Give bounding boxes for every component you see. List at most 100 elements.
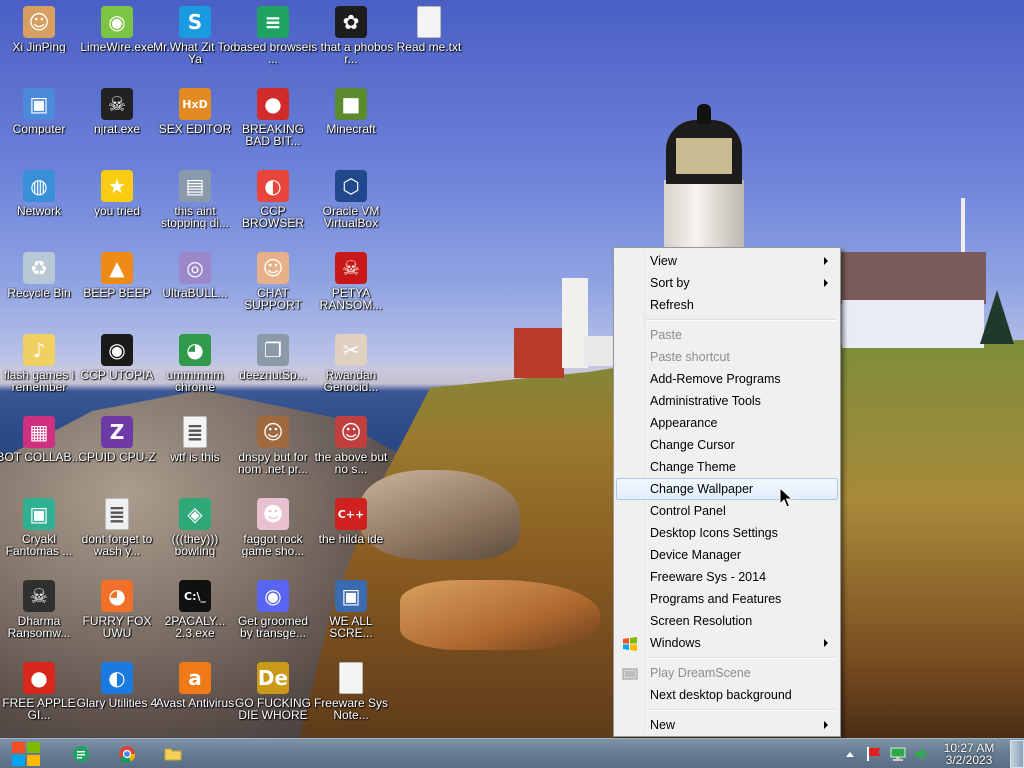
desktop-icon[interactable]: Freeware Sys Note... [312,656,390,736]
ccp-utopia-icon: ◉ [101,334,133,366]
desktop-icon[interactable]: ☺ Xi JinPing [0,0,78,80]
taskbar-app-button[interactable] [68,742,94,766]
desktop-icon[interactable]: ◎ UltraBULL... [156,246,234,326]
desktop-icon-grid: ☺ Xi JinPing ◉ LimeWire.exe S Mr.What Zit Too… [0,0,470,738]
desktop-icon-label: this aint stopping di... [160,205,230,229]
volume-icon[interactable] [913,745,931,763]
desktop-icon[interactable]: ☺ CHAT SUPPORT [234,246,312,326]
desktop-icon[interactable]: ✿ is that a phobos r... [309,0,393,80]
desktop-icon[interactable]: a Avast Antivirus [156,656,234,736]
desktop[interactable]: ☺ Xi JinPing ◉ LimeWire.exe S Mr.What Zit Too… [0,0,1024,738]
desktop-icon-label: SEX EDITOR [158,123,232,135]
desktop-icon[interactable]: ◍ Network [0,164,78,244]
menu-item-freeware-sys-2014[interactable]: Freeware Sys - 2014 [616,566,838,588]
menu-item-device-manager[interactable]: Device Manager [616,544,838,566]
menu-item-change-cursor[interactable]: Change Cursor [616,434,838,456]
desktop-icon[interactable]: ☠ Dharma Ransomw... [0,574,78,654]
desktop-icon-label: Glary Utilities 4 [76,697,158,709]
taskbar-clock[interactable]: 10:27 AM 3/2/2023 [934,742,1004,766]
desktop-icon[interactable]: C:\_ 2PACALY... 2.3.exe [156,574,234,654]
taskbar-app-button[interactable] [114,742,140,766]
desktop-icon[interactable]: ❐ deeznutSp... [234,328,312,408]
menu-item-sort-by[interactable]: Sort by [616,272,838,294]
desktop-icon[interactable]: ▦ BOT COLLAB... [0,410,82,490]
desktop-icon[interactable]: ◉ LimeWire.exe [78,0,156,80]
desktop-icon[interactable]: HxD SEX EDITOR [156,82,234,162]
menu-item-label: New [650,718,676,732]
menu-item-new[interactable]: New [616,714,838,736]
support-agent-icon: ☺ [257,252,289,284]
desktop-icon-label: (((they))) bowling [171,533,219,557]
windows-flag-icon [622,636,638,652]
menu-item-screen-resolution[interactable]: Screen Resolution [616,610,838,632]
desktop-icon[interactable]: ◉ Get groomed by transge... [234,574,312,654]
desktop-icon[interactable]: ☺ the above but no s... [312,410,390,490]
menu-item-view[interactable]: View [616,250,838,272]
start-button[interactable] [4,739,48,768]
desktop-icon[interactable]: C++ the hilda ide [312,492,390,572]
menu-item-windows[interactable]: Windows [616,632,838,654]
desktop-icon[interactable]: ≣ dont forget to wash y... [78,492,156,572]
desktop-icon[interactable]: ✂ Rwandan Genocid... [312,328,390,408]
clock-date: 3/2/2023 [945,753,993,767]
menu-item-label: Appearance [650,416,718,430]
menu-item-control-panel[interactable]: Control Panel [616,500,838,522]
desktop-icon-label: njrat.exe [93,123,141,135]
menu-item-change-theme[interactable]: Change Theme [616,456,838,478]
desktop-icon[interactable]: ◐ Glary Utilities 4 [77,656,157,736]
desktop-icon[interactable]: Z CPUID CPU-Z [78,410,156,490]
menu-item-add-remove-programs[interactable]: Add-Remove Programs [616,368,838,390]
desktop-icon[interactable]: S Mr.What Zit Too Ya [153,0,237,80]
desktop-icon[interactable]: ♻ Recycle Bin [0,246,78,326]
taskbar: 10:27 AM 3/2/2023 [0,738,1024,768]
menu-item-refresh[interactable]: Refresh [616,294,838,316]
skype-icon: S [179,6,211,38]
desktop-icon[interactable]: De GO FUCKING DIE WHORE [234,656,312,736]
desktop-icon[interactable]: ◉ CCP UTOPIA [78,328,156,408]
menu-item-next-desktop-background[interactable]: Next desktop background [616,684,838,706]
desktop-icon[interactable]: ▣ Cryakl Fantomas ... [0,492,78,572]
desktop-icon[interactable]: ▣ Computer [0,82,78,162]
desktop-icon[interactable]: ★ you tried [78,164,156,244]
desktop-icon-label: LimeWire.exe [80,41,154,53]
desktop-icon-label: FURRY FOX UWU [82,615,152,639]
desktop-icon[interactable]: ◈ (((they))) bowling [156,492,234,572]
chromium-icon: ◐ [257,170,289,202]
context-menu-separator [616,316,838,324]
menu-item-play-dreamscene: Play DreamScene [616,662,838,684]
desktop-icon[interactable]: Read me.txt [390,0,468,80]
desktop-icon-label: Dharma Ransomw... [7,615,71,639]
desktop-icon[interactable]: ☠ njrat.exe [78,82,156,162]
desktop-icon[interactable]: ▲ BEEP BEEP [78,246,156,326]
show-desktop-button[interactable] [1010,740,1024,768]
desktop-icon[interactable]: ▣ WE ALL SCRE... [312,574,390,654]
action-center-flag-icon[interactable] [865,745,883,763]
desktop-icon[interactable]: ≡ based browser ... [234,0,312,80]
desktop-icon[interactable]: ▤ this aint stopping di... [156,164,234,244]
desktop-icon[interactable]: ☠ PETYA RANSOM... [312,246,390,326]
taskbar-app-button[interactable] [160,742,186,766]
desktop-icon[interactable]: ● FREE APPLE GI... [0,656,78,736]
desktop-icon[interactable]: ◕ ummmmm chrome [156,328,234,408]
desktop-icon[interactable]: ♪ flash games i remember [0,328,78,408]
desktop-icon[interactable]: ◕ FURRY FOX UWU [78,574,156,654]
desktop-icon[interactable]: ≣ wtf is this [156,410,234,490]
desktop-icon-label: Freeware Sys Note... [313,697,389,721]
menu-item-administrative-tools[interactable]: Administrative Tools [616,390,838,412]
menu-item-programs-and-features[interactable]: Programs and Features [616,588,838,610]
menu-item-appearance[interactable]: Appearance [616,412,838,434]
network-tray-icon[interactable] [889,745,907,763]
menu-item-label: Administrative Tools [650,394,761,408]
desktop-icon[interactable]: ◐ CCP BROWSER [234,164,312,244]
desktop-icon-label: CPUID CPU-Z [78,451,156,463]
menu-item-desktop-icons-settings[interactable]: Desktop Icons Settings [616,522,838,544]
desktop-icon[interactable]: ■ Minecraft [312,82,390,162]
menu-item-label: Change Cursor [650,438,735,452]
desktop-icon[interactable]: ● BREAKING BAD BIT... [234,82,312,162]
menu-item-change-wallpaper[interactable]: Change Wallpaper [616,478,838,500]
desktop-icon[interactable]: ☺ dnspy but for nom .net pr... [234,410,312,490]
show-hidden-icons-icon[interactable] [841,745,859,763]
menu-item-label: Desktop Icons Settings [650,526,778,540]
desktop-icon[interactable]: ⬡ Oracle VM VirtualBox [312,164,390,244]
desktop-icon[interactable]: ☻ faggot rock game sho... [234,492,312,572]
